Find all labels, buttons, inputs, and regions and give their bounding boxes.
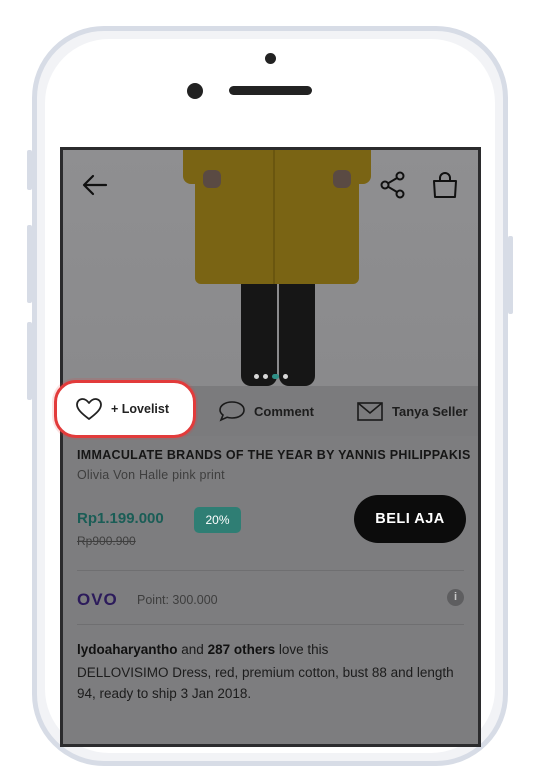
carousel-dot[interactable]	[271, 374, 279, 379]
info-icon[interactable]: i	[447, 589, 464, 606]
cart-button[interactable]	[430, 170, 460, 200]
carousel-dot[interactable]	[253, 374, 259, 379]
heart-icon	[76, 398, 102, 420]
phone-side-button	[27, 150, 32, 190]
comment-icon	[219, 401, 245, 422]
comment-button[interactable]: Comment	[218, 386, 314, 436]
ovo-points: Point: 300.000	[137, 593, 218, 607]
comment-label: Comment	[254, 403, 314, 419]
model-hand	[333, 170, 351, 188]
arrow-left-icon	[82, 174, 108, 196]
share-icon	[380, 171, 405, 199]
model-hand	[203, 170, 221, 188]
ask-seller-label: Tanya Seller	[392, 403, 468, 419]
lovelist-highlight[interactable]: + Lovelist	[54, 380, 196, 438]
lovelist-label: + Lovelist	[111, 402, 170, 416]
lovelist-button[interactable]: + Lovelist	[57, 383, 193, 435]
product-subtitle: Olivia Von Halle pink print	[77, 468, 225, 482]
buy-now-button[interactable]: BELI AJA	[354, 495, 466, 543]
love-others[interactable]: 287 others	[208, 642, 276, 657]
product-price: Rp1.199.000	[77, 510, 164, 527]
love-and: and	[177, 642, 208, 657]
love-user[interactable]: lydoaharyantho	[77, 642, 178, 657]
phone-camera	[187, 83, 203, 99]
old-price: Rp900.900	[77, 534, 136, 548]
divider	[77, 624, 464, 625]
ask-seller-button[interactable]: Tanya Seller	[356, 386, 468, 436]
carousel-dot[interactable]	[282, 374, 288, 379]
shopping-bag-icon	[433, 172, 457, 198]
love-summary: lydoaharyantho and 287 others love this	[77, 642, 328, 657]
carousel-dot[interactable]	[262, 374, 268, 379]
phone-volume-up	[27, 225, 32, 303]
discount-badge: 20%	[194, 507, 241, 533]
ovo-logo: OVO	[77, 590, 118, 609]
phone-power-button	[508, 236, 513, 314]
divider	[77, 570, 464, 571]
product-photo[interactable]	[63, 150, 478, 386]
back-button[interactable]	[80, 170, 110, 200]
phone-volume-down	[27, 322, 32, 400]
coat-image	[183, 150, 371, 284]
phone-sensor	[265, 53, 276, 64]
mail-icon	[357, 402, 383, 421]
product-description: DELLOVISIMO Dress, red, premium cotton, …	[77, 665, 454, 701]
product-title: IMMACULATE BRANDS OF THE YEAR BY YANNIS …	[77, 448, 472, 462]
app-screen: Comment Tanya Seller IMMACULATE BRANDS O…	[60, 147, 481, 747]
love-this: this	[307, 642, 329, 657]
phone-speaker	[229, 86, 312, 95]
love-word: love	[275, 642, 308, 657]
share-button[interactable]	[378, 170, 408, 200]
